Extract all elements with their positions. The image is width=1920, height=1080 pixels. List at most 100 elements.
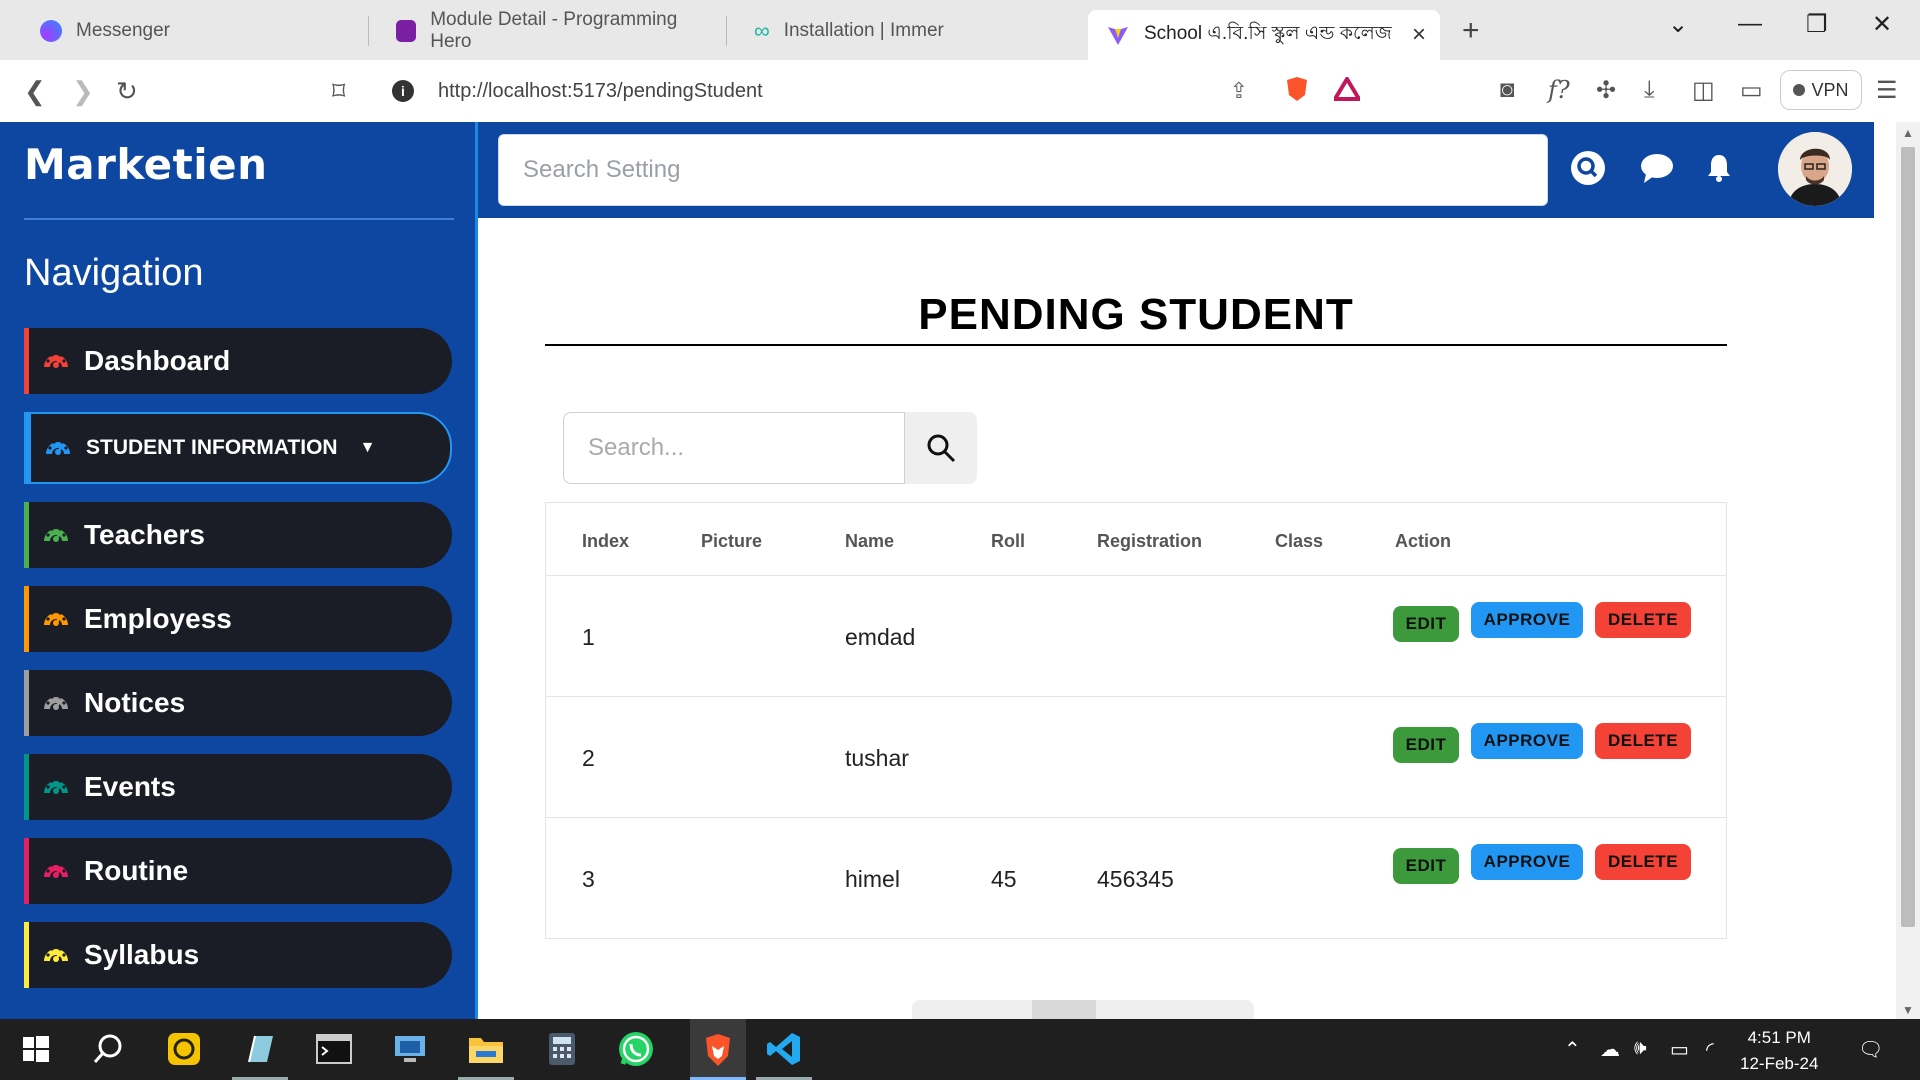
page-title: PENDING STUDENT	[918, 290, 1354, 339]
scroll-up-icon[interactable]: ▲	[1902, 126, 1914, 140]
sidebar: Marketien Navigation Dashboard STUDENT IN…	[0, 122, 478, 1019]
wallet-icon[interactable]: ▭	[1740, 76, 1763, 105]
download-icon[interactable]: ⤓	[1644, 76, 1655, 104]
tray-expand-icon[interactable]: ⌃	[1564, 1037, 1581, 1062]
search-icon[interactable]	[88, 1029, 128, 1069]
tab-messenger[interactable]: Messenger	[22, 10, 362, 52]
messenger-icon	[40, 20, 62, 42]
notifications-icon[interactable]: 🗨	[1858, 1037, 1883, 1062]
settings-search-input[interactable]	[498, 134, 1548, 206]
minimize-button[interactable]: —	[1738, 10, 1762, 38]
forward-button[interactable]: ❯	[72, 76, 94, 107]
sidebar-item-accent	[24, 328, 29, 394]
sidebar-item-dashboard[interactable]: Dashboard	[24, 328, 452, 394]
app-icon[interactable]	[164, 1029, 204, 1069]
reload-button[interactable]: ↻	[116, 76, 138, 107]
restore-button[interactable]: ❐	[1806, 10, 1828, 39]
student-search	[563, 412, 977, 484]
table-row: 1 emdad EDIT APPROVE DELETE	[546, 575, 1726, 696]
onedrive-icon[interactable]: ☁	[1600, 1037, 1620, 1062]
student-search-input[interactable]	[563, 412, 905, 484]
menu-icon[interactable]: ☰	[1876, 76, 1898, 105]
tab-programming-hero[interactable]: Module Detail - Programming Hero	[378, 9, 718, 52]
volume-icon[interactable]: 🕪	[1634, 1037, 1647, 1060]
sidebar-item-events[interactable]: Events	[24, 754, 452, 820]
back-button[interactable]: ❮	[24, 76, 46, 107]
wifi-icon[interactable]: ◜	[1706, 1037, 1714, 1062]
registration-cell: 456345	[1097, 866, 1174, 892]
sidebar-item-label: Routine	[84, 855, 189, 886]
notification-bell-icon[interactable]	[1706, 152, 1732, 187]
notes-app-icon[interactable]	[240, 1029, 280, 1069]
index-cell: 2	[582, 745, 595, 771]
scrollbar-thumb[interactable]	[1901, 147, 1915, 927]
page-scrollbar[interactable]: ▲ ▼	[1896, 122, 1920, 1019]
remote-desktop-icon[interactable]	[390, 1029, 430, 1069]
pending-students-table: Index Picture Name Roll Registration Cla…	[545, 502, 1727, 939]
chat-icon[interactable]	[1640, 152, 1674, 189]
dashboard-gauge-icon	[44, 695, 68, 710]
sidebar-item-label: Dashboard	[84, 345, 231, 376]
site-info-icon[interactable]: i	[392, 80, 414, 102]
camera-icon[interactable]: ◙	[1500, 76, 1515, 104]
dashboard-gauge-icon	[44, 353, 68, 368]
tab-immer[interactable]: ∞ Installation | Immer	[736, 10, 1076, 52]
font-detect-icon[interactable]: f?	[1548, 76, 1570, 104]
close-tab-icon[interactable]: ×	[1412, 21, 1426, 49]
sidebar-item-accent	[24, 754, 29, 820]
system-clock[interactable]: 4:51 PM 12-Feb-24	[1740, 1025, 1818, 1077]
column-header: Action	[1395, 531, 1451, 551]
edit-button[interactable]: EDIT	[1393, 727, 1459, 763]
delete-button[interactable]: DELETE	[1595, 844, 1691, 880]
student-search-button[interactable]	[905, 412, 977, 484]
sidebar-item-student-information[interactable]: STUDENT INFORMATION ▼	[24, 412, 452, 484]
user-avatar[interactable]	[1778, 132, 1852, 206]
share-icon[interactable]: ⇪	[1230, 78, 1248, 104]
vpn-button[interactable]: VPN	[1780, 70, 1862, 110]
top-header	[478, 122, 1874, 218]
vscode-icon[interactable]	[764, 1029, 804, 1069]
brave-rewards-icon[interactable]	[1331, 74, 1363, 106]
close-window-button[interactable]: ✕	[1872, 10, 1892, 39]
scroll-down-icon[interactable]: ▼	[1902, 1003, 1914, 1017]
pagination[interactable]	[912, 1000, 1254, 1019]
sidebar-item-notices[interactable]: Notices	[24, 670, 452, 736]
approve-button[interactable]: APPROVE	[1471, 602, 1583, 638]
tab-school-active[interactable]: School এ.বি.সি স্কুল এন্ড কলেজ ×	[1088, 10, 1440, 60]
search-icon[interactable]	[1570, 150, 1606, 191]
file-explorer-icon[interactable]	[466, 1029, 506, 1069]
sidebar-item-label: Teachers	[84, 519, 205, 550]
battery-icon[interactable]: ▭	[1670, 1037, 1689, 1062]
calculator-icon[interactable]	[542, 1029, 582, 1069]
edit-button[interactable]: EDIT	[1393, 606, 1459, 642]
programming-hero-icon	[396, 20, 417, 42]
edit-button[interactable]: EDIT	[1393, 848, 1459, 884]
sidebar-item-accent	[24, 586, 29, 652]
approve-button[interactable]: APPROVE	[1471, 723, 1583, 759]
sidebar-item-routine[interactable]: Routine	[24, 838, 452, 904]
roll-cell: 45	[991, 866, 1017, 892]
extensions-icon[interactable]: ✣	[1596, 76, 1616, 105]
whatsapp-icon[interactable]	[616, 1029, 656, 1069]
bookmark-icon[interactable]: ⌑	[332, 76, 345, 107]
delete-button[interactable]: DELETE	[1595, 723, 1691, 759]
tab-title: Installation | Immer	[783, 20, 944, 41]
table-row: 2 tushar EDIT APPROVE DELETE	[546, 696, 1726, 817]
dashboard-gauge-icon	[44, 779, 68, 794]
delete-button[interactable]: DELETE	[1595, 602, 1691, 638]
terminal-icon[interactable]	[314, 1029, 354, 1069]
brand-logo[interactable]: Marketien	[24, 140, 268, 189]
tab-list-chevron-icon[interactable]: ⌄	[1668, 10, 1688, 39]
windows-start-icon[interactable]	[16, 1029, 56, 1069]
sidebar-item-teachers[interactable]: Teachers	[24, 502, 452, 568]
new-tab-button[interactable]: +	[1462, 14, 1480, 48]
column-header: Picture	[701, 531, 763, 551]
pagination-current-page[interactable]	[1032, 1000, 1096, 1019]
approve-button[interactable]: APPROVE	[1471, 844, 1583, 880]
sidebar-item-syllabus[interactable]: Syllabus	[24, 922, 452, 988]
sidebar-item-employess[interactable]: Employess	[24, 586, 452, 652]
sidebar-toggle-icon[interactable]: ◫	[1692, 76, 1715, 105]
address-bar[interactable]: i http://localhost:5173/pendingStudent ⇪	[378, 67, 1378, 115]
brave-browser-icon[interactable]	[690, 1019, 746, 1080]
brave-shield-icon[interactable]	[1284, 75, 1310, 108]
